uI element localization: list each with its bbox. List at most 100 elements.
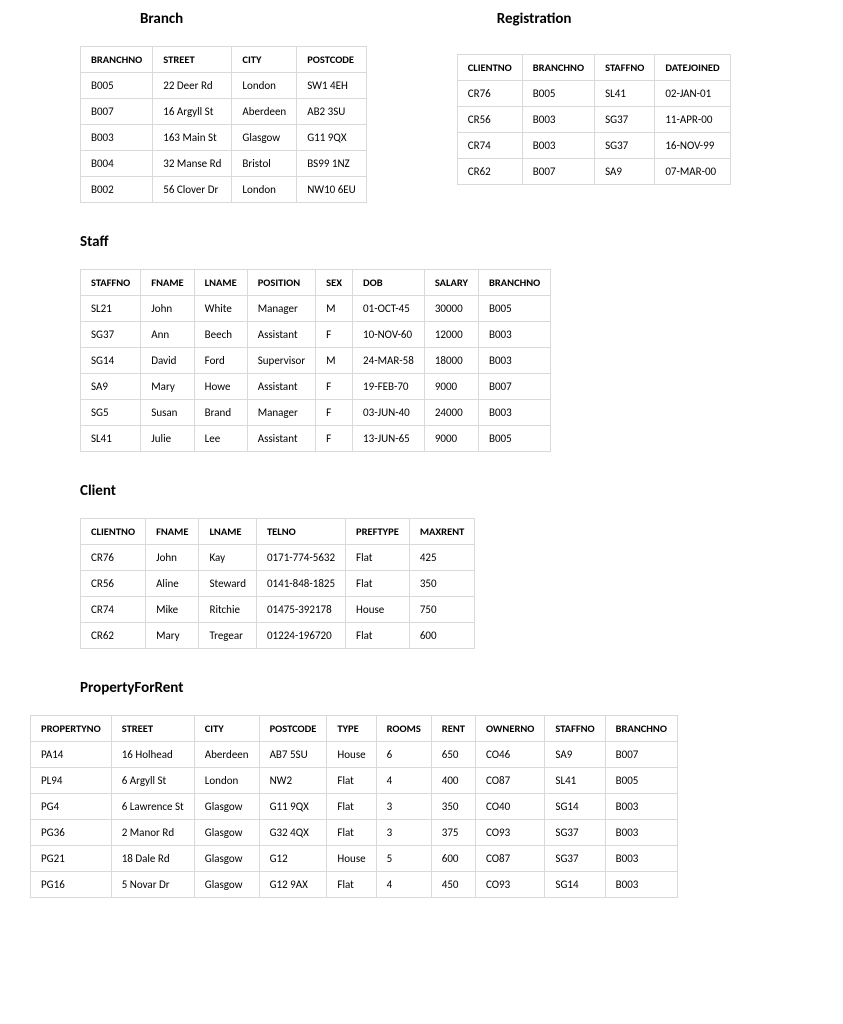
column-header: OWNERNO xyxy=(475,716,544,742)
table-cell: G11 9QX xyxy=(297,125,367,151)
table-row: SL41JulieLeeAssistantF13-JUN-659000B005 xyxy=(81,426,551,452)
table-cell: F xyxy=(316,426,353,452)
staff-title: Staff xyxy=(80,233,823,251)
table-row: CR74B003SG3716-NOV-99 xyxy=(457,133,730,159)
table-cell: House xyxy=(327,742,376,768)
table-cell: 600 xyxy=(409,623,474,649)
table-cell: B005 xyxy=(605,768,677,794)
table-cell: BS99 1NZ xyxy=(297,151,367,177)
table-cell: 56 Clover Dr xyxy=(153,177,232,203)
table-row: CR56AlineSteward0141-848-1825Flat350 xyxy=(81,571,475,597)
table-cell: F xyxy=(316,400,353,426)
table-cell: 163 Main St xyxy=(153,125,232,151)
table-row: SL21JohnWhiteManagerM01-OCT-4530000B005 xyxy=(81,296,551,322)
column-header: CLIENTNO xyxy=(81,519,146,545)
table-cell: SG37 xyxy=(81,322,141,348)
table-cell: B007 xyxy=(479,374,551,400)
table-cell: London xyxy=(194,768,259,794)
table-cell: 16 Holhead xyxy=(111,742,194,768)
table-cell: Glasgow xyxy=(194,872,259,898)
table-cell: CR62 xyxy=(81,623,146,649)
table-row: B003163 Main StGlasgowG11 9QX xyxy=(81,125,367,151)
table-cell: Flat xyxy=(327,820,376,846)
table-cell: G12 9AX xyxy=(259,872,327,898)
table-cell: 12000 xyxy=(424,322,478,348)
column-header: POSITION xyxy=(247,270,315,296)
table-cell: B004 xyxy=(81,151,153,177)
column-header: DOB xyxy=(353,270,425,296)
column-header: PREFTYPE xyxy=(346,519,410,545)
table-cell: SL41 xyxy=(81,426,141,452)
table-row: PL946 Argyll StLondonNW2Flat4400CO87SL41… xyxy=(31,768,678,794)
table-cell: SA9 xyxy=(545,742,605,768)
table-cell: CO93 xyxy=(475,872,544,898)
column-header: POSTCODE xyxy=(297,47,367,73)
column-header: STREET xyxy=(153,47,232,73)
table-row: PG46 Lawrence StGlasgowG11 9QXFlat3350CO… xyxy=(31,794,678,820)
table-cell: SL41 xyxy=(595,81,655,107)
table-cell: David xyxy=(141,348,194,374)
table-cell: CR76 xyxy=(81,545,146,571)
table-cell: 375 xyxy=(431,820,475,846)
table-cell: CR74 xyxy=(81,597,146,623)
table-cell: 450 xyxy=(431,872,475,898)
branch-table: BRANCHNOSTREETCITYPOSTCODEB00522 Deer Rd… xyxy=(80,46,367,203)
column-header: TYPE xyxy=(327,716,376,742)
table-cell: Flat xyxy=(346,571,410,597)
table-cell: John xyxy=(141,296,194,322)
table-cell: B003 xyxy=(522,133,594,159)
table-cell: B007 xyxy=(81,99,153,125)
column-header: LNAME xyxy=(194,270,247,296)
table-cell: 4 xyxy=(376,872,431,898)
table-row: PA1416 HolheadAberdeenAB7 5SUHouse6650CO… xyxy=(31,742,678,768)
table-cell: 425 xyxy=(409,545,474,571)
table-cell: Aberdeen xyxy=(194,742,259,768)
table-cell: Mary xyxy=(146,623,199,649)
table-cell: 01-OCT-45 xyxy=(353,296,425,322)
table-cell: SG37 xyxy=(545,820,605,846)
column-header: STAFFNO xyxy=(81,270,141,296)
table-row: PG362 Manor RdGlasgowG32 4QXFlat3375CO93… xyxy=(31,820,678,846)
table-cell: CR62 xyxy=(457,159,522,185)
table-cell: 350 xyxy=(409,571,474,597)
column-header: POSTCODE xyxy=(259,716,327,742)
table-cell: Brand xyxy=(194,400,247,426)
table-cell: B005 xyxy=(479,426,551,452)
column-header: PROPERTYNO xyxy=(31,716,112,742)
table-cell: Flat xyxy=(327,794,376,820)
table-cell: SG5 xyxy=(81,400,141,426)
table-cell: SG14 xyxy=(81,348,141,374)
table-cell: 01224-196720 xyxy=(256,623,345,649)
table-cell: 01475-392178 xyxy=(256,597,345,623)
table-cell: 600 xyxy=(431,846,475,872)
table-cell: CR56 xyxy=(457,107,522,133)
table-cell: B003 xyxy=(522,107,594,133)
table-cell: 11-APR-00 xyxy=(655,107,730,133)
table-cell: House xyxy=(327,846,376,872)
table-cell: 24000 xyxy=(424,400,478,426)
table-row: SG14DavidFordSupervisorM24-MAR-5818000B0… xyxy=(81,348,551,374)
table-cell: Aline xyxy=(146,571,199,597)
table-cell: 5 xyxy=(376,846,431,872)
table-cell: 18 Dale Rd xyxy=(111,846,194,872)
table-cell: AB2 3SU xyxy=(297,99,367,125)
table-cell: SL41 xyxy=(545,768,605,794)
table-cell: NW10 6EU xyxy=(297,177,367,203)
table-cell: SG37 xyxy=(595,107,655,133)
table-cell: Manager xyxy=(247,296,315,322)
table-cell: 3 xyxy=(376,794,431,820)
table-cell: Aberdeen xyxy=(232,99,297,125)
table-cell: B003 xyxy=(605,820,677,846)
table-cell: B003 xyxy=(81,125,153,151)
table-row: SA9MaryHoweAssistantF19-FEB-709000B007 xyxy=(81,374,551,400)
table-row: CR56B003SG3711-APR-00 xyxy=(457,107,730,133)
branch-title: Branch xyxy=(140,10,367,28)
table-cell: 0171-774-5632 xyxy=(256,545,345,571)
table-cell: 10-NOV-60 xyxy=(353,322,425,348)
table-cell: Mike xyxy=(146,597,199,623)
table-cell: Glasgow xyxy=(194,794,259,820)
table-cell: PG36 xyxy=(31,820,112,846)
table-cell: PL94 xyxy=(31,768,112,794)
table-cell: PG21 xyxy=(31,846,112,872)
table-cell: Glasgow xyxy=(194,846,259,872)
